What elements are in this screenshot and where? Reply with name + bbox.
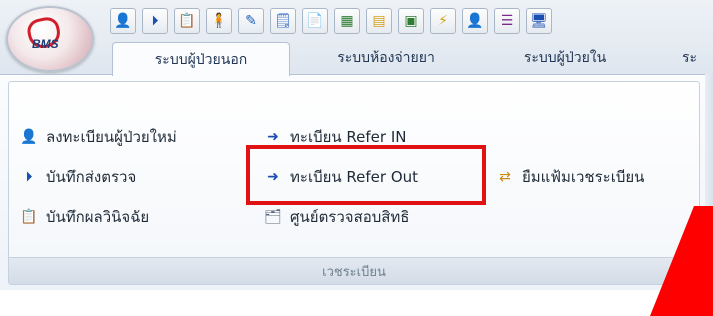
tab-outpatient[interactable]: ระบบผู้ป่วยนอก xyxy=(112,42,290,76)
diagnosis-button[interactable]: 📋 บันทึกผลวินิจฉัย xyxy=(14,202,153,232)
play-icon: ⏵ xyxy=(25,169,33,185)
monitor-icon[interactable]: 🖥 xyxy=(526,8,552,34)
refer-in-label: ทะเบียน Refer IN xyxy=(290,128,407,146)
lightning-icon[interactable]: ⚡ xyxy=(430,8,456,34)
title-bar: BMS 👤 ⏵ 📋 🧍 ✎ 🗒 📄 ▦ ▤ ▣ ⚡ 👤 ☰ 🖥 ระบบผู้ป… xyxy=(0,0,713,76)
window-icon[interactable]: ▣ xyxy=(398,8,424,34)
diagnosis-label: บันทึกผลวินิจฉัย xyxy=(46,208,150,226)
edit-icon[interactable]: ✎ xyxy=(238,8,264,34)
refer-out-label: ทะเบียน Refer Out xyxy=(290,168,419,186)
person-icon[interactable]: 🧍 xyxy=(206,8,232,34)
tab-pharmacy[interactable]: ระบบห้องจ่ายยา xyxy=(308,42,464,74)
quick-access-toolbar: 👤 ⏵ 📋 🧍 ✎ 🗒 📄 ▦ ▤ ▣ ⚡ 👤 ☰ 🖥 xyxy=(110,8,552,36)
add-patient-button[interactable]: 👤 ลงทะเบียนผู้ป่วยใหม่ xyxy=(14,122,181,152)
refer-out-icon: ➜ xyxy=(267,169,279,185)
document-icon[interactable]: 📄 xyxy=(302,8,328,34)
tab-inpatient[interactable]: ระบบผู้ป่วยใน xyxy=(490,42,640,74)
clipboard-icon: 📋 xyxy=(20,209,38,225)
send-exam-label: บันทึกส่งตรวจ xyxy=(46,168,137,186)
borrow-records-button[interactable]: ⇄ ยืมแฟ้มเวชระเบียน xyxy=(490,162,648,192)
rights-check-label: ศูนย์ตรวจสอบสิทธิ xyxy=(290,208,410,226)
add-user-icon: 👤 xyxy=(20,129,38,145)
tab-more[interactable]: ระ xyxy=(682,42,712,74)
calculator-icon[interactable]: ▦ xyxy=(334,8,360,34)
user-yellow-icon[interactable]: 👤 xyxy=(462,8,488,34)
refer-out-button[interactable]: ➜ ทะเบียน Refer Out xyxy=(258,162,422,192)
list-icon[interactable]: ☰ xyxy=(494,8,520,34)
ribbon-tabs: ระบบผู้ป่วยนอก ระบบห้องจ่ายยา ระบบผู้ป่ว… xyxy=(0,42,713,76)
borrow-records-label: ยืมแฟ้มเวชระเบียน xyxy=(522,168,645,186)
add-user-icon[interactable]: 👤 xyxy=(110,8,136,34)
form-icon[interactable]: 🗒 xyxy=(270,8,296,34)
table-icon[interactable]: ▤ xyxy=(366,8,392,34)
rights-check-icon: 🗂 xyxy=(264,209,282,225)
refer-in-icon: ➜ xyxy=(267,129,279,145)
send-exam-button[interactable]: ⏵ บันทึกส่งตรวจ xyxy=(14,162,140,192)
app-window: BMS 👤 ⏵ 📋 🧍 ✎ 🗒 📄 ▦ ▤ ▣ ⚡ 👤 ☰ 🖥 ระบบผู้ป… xyxy=(0,0,713,316)
group-caption: เวชระเบียน xyxy=(9,257,699,284)
borrow-records-icon: ⇄ xyxy=(499,169,511,185)
refer-in-button[interactable]: ➜ ทะเบียน Refer IN xyxy=(258,122,410,152)
rights-check-button[interactable]: 🗂 ศูนย์ตรวจสอบสิทธิ xyxy=(258,202,413,232)
play-icon[interactable]: ⏵ xyxy=(142,8,168,34)
add-patient-label: ลงทะเบียนผู้ป่วยใหม่ xyxy=(46,128,177,146)
clipboard-icon[interactable]: 📋 xyxy=(174,8,200,34)
